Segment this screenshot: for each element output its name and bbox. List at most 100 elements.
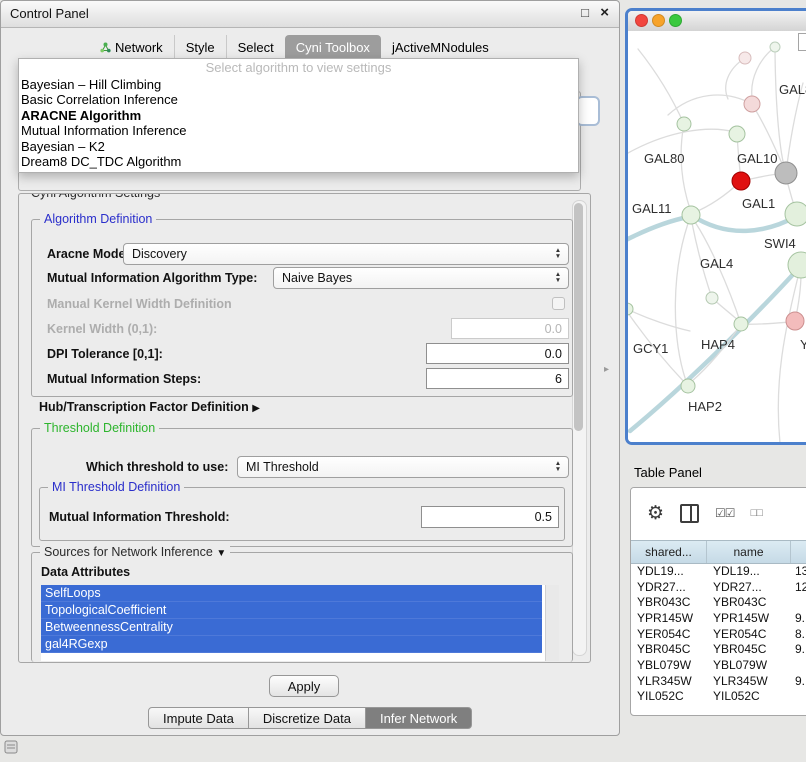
algorithm-option-aracne-algorithm[interactable]: ARACNE Algorithm xyxy=(19,108,578,123)
table-row[interactable]: YDL19...YDL19...13 xyxy=(631,563,806,579)
network-edge xyxy=(752,47,775,97)
algorithm-combo-stub[interactable] xyxy=(576,96,600,126)
float-window-icon[interactable]: □ xyxy=(581,5,589,20)
tab-infer-network[interactable]: Infer Network xyxy=(365,707,472,729)
network-node-label: GAL10 xyxy=(737,151,777,166)
mi-steps-field[interactable] xyxy=(426,368,569,389)
threshold-definition-title: Threshold Definition xyxy=(40,421,159,435)
which-threshold-combo[interactable]: MI Threshold ▲▼ xyxy=(237,456,569,478)
columns-icon[interactable] xyxy=(680,504,699,523)
column-header-name[interactable]: name xyxy=(707,541,791,563)
panel-splitter-handle[interactable]: ▸ xyxy=(604,364,609,375)
close-button[interactable] xyxy=(635,14,648,27)
table-row[interactable]: YER054CYER054C8. xyxy=(631,626,806,642)
minimize-button[interactable] xyxy=(652,14,665,27)
table-cell: 8. xyxy=(791,627,806,641)
control-panel-window: Control Panel □ × NetworkStyleSelectCyni… xyxy=(0,0,620,736)
table-cell: 9. xyxy=(791,611,806,625)
select-all-checkboxes-icon[interactable]: ☑☑ xyxy=(715,506,735,520)
table-row[interactable]: YIL052CYIL052C xyxy=(631,689,806,705)
tab-discretize-data[interactable]: Discretize Data xyxy=(248,707,366,729)
algorithm-dropdown-popup: Select algorithm to view settings Bayesi… xyxy=(18,58,579,173)
network-node[interactable] xyxy=(729,126,745,142)
algorithm-option-dream8-dc-tdc-algorithm[interactable]: Dream8 DC_TDC Algorithm xyxy=(19,154,578,169)
mi-threshold-label: Mutual Information Threshold: xyxy=(49,510,230,524)
manual-kernel-label: Manual Kernel Width Definition xyxy=(47,297,232,311)
network-node[interactable] xyxy=(739,52,751,64)
hub-definition-toggle[interactable]: Hub/Transcription Factor Definition ▶ xyxy=(39,400,260,414)
data-attribute-item[interactable]: BetweennessCentrality xyxy=(41,619,542,636)
network-node-label: GCY1 xyxy=(633,341,668,356)
table-cell: YBR045C xyxy=(631,642,707,656)
table-cell: YLR345W xyxy=(707,674,791,688)
table-row[interactable]: YBR043CYBR043C xyxy=(631,594,806,610)
network-node[interactable] xyxy=(786,312,804,330)
bottom-tab-bar: Impute DataDiscretize DataInfer Network xyxy=(148,707,472,729)
network-node[interactable] xyxy=(681,379,695,393)
network-node[interactable] xyxy=(770,42,780,52)
network-node[interactable] xyxy=(785,202,806,226)
tab-network[interactable]: Network xyxy=(89,35,174,59)
network-scrollbar-stub[interactable] xyxy=(798,33,806,51)
table-cell: 13 xyxy=(791,564,806,578)
tab-select[interactable]: Select xyxy=(226,35,285,59)
table-cell: YBR043C xyxy=(631,595,707,609)
table-row[interactable]: YPR145WYPR145W9. xyxy=(631,610,806,626)
tab-jactivemnodules[interactable]: jActiveMNodules xyxy=(381,35,500,59)
table-cell: YDL19... xyxy=(631,564,707,578)
list-scrollbar[interactable] xyxy=(545,585,559,661)
algorithm-option-mutual-information-inference[interactable]: Mutual Information Inference xyxy=(19,123,578,138)
tab-cyni-toolbox[interactable]: Cyni Toolbox xyxy=(285,35,381,59)
mi-type-combo[interactable]: Naive Bayes ▲▼ xyxy=(273,267,569,289)
sources-group-title[interactable]: Sources for Network Inference ▼ xyxy=(40,545,230,559)
dpi-tolerance-field[interactable] xyxy=(426,343,569,364)
network-node[interactable] xyxy=(706,292,718,304)
algorithm-option-bayesian-k2[interactable]: Bayesian – K2 xyxy=(19,139,578,154)
settings-scrollbar[interactable] xyxy=(572,200,587,656)
network-node[interactable] xyxy=(744,96,760,112)
tab-style[interactable]: Style xyxy=(174,35,226,59)
data-attribute-item[interactable]: gal4RGexp xyxy=(41,636,542,653)
data-attribute-item[interactable]: TopologicalCoefficient xyxy=(41,602,542,619)
minimized-panel-icon[interactable] xyxy=(4,740,19,760)
combo-arrows-icon: ▲▼ xyxy=(552,268,564,288)
which-threshold-label: Which threshold to use: xyxy=(86,460,228,474)
algorithm-option-basic-correlation-inference[interactable]: Basic Correlation Inference xyxy=(19,92,578,107)
table-header-row: shared...name xyxy=(631,540,806,564)
network-node[interactable] xyxy=(682,206,700,224)
network-node[interactable] xyxy=(732,172,750,190)
table-cell: YLR345W xyxy=(631,674,707,688)
network-edge xyxy=(695,222,741,324)
column-header-shared[interactable]: shared... xyxy=(631,541,707,563)
column-header-col2[interactable] xyxy=(791,541,806,563)
network-node[interactable] xyxy=(775,162,797,184)
table-cell: 9. xyxy=(791,642,806,656)
which-threshold-value: MI Threshold xyxy=(246,460,319,474)
data-attribute-item[interactable]: SelfLoops xyxy=(41,585,542,602)
mi-threshold-field[interactable] xyxy=(421,506,559,528)
aracne-mode-combo[interactable]: Discovery ▲▼ xyxy=(123,243,569,265)
collapsed-arrow-icon: ▶ xyxy=(252,403,260,414)
close-panel-icon[interactable]: × xyxy=(600,4,609,21)
apply-button[interactable]: Apply xyxy=(269,675,339,697)
manual-kernel-checkbox[interactable] xyxy=(552,297,565,310)
network-node[interactable] xyxy=(734,317,748,331)
table-cell: YDR27... xyxy=(631,580,707,594)
network-canvas[interactable]: GAL8GAL80GAL10GAL11GAL1SWI4GAL4GCY1HAP4H… xyxy=(628,31,806,442)
algorithm-option-bayesian-hill-climbing[interactable]: Bayesian – Hill Climbing xyxy=(19,77,578,92)
dropdown-item-list: Bayesian – Hill ClimbingBasic Correlatio… xyxy=(19,77,578,169)
network-node-label: GAL4 xyxy=(700,256,733,271)
tab-impute-data[interactable]: Impute Data xyxy=(148,707,249,729)
gear-icon[interactable]: ⚙ xyxy=(647,504,664,523)
kernel-width-field[interactable] xyxy=(451,318,569,339)
table-row[interactable]: YDR27...YDR27...12 xyxy=(631,579,806,595)
table-row[interactable]: YBR045CYBR045C9. xyxy=(631,641,806,657)
table-row[interactable]: YLR345WYLR345W9. xyxy=(631,673,806,689)
network-node[interactable] xyxy=(677,117,691,131)
deselect-all-checkboxes-icon[interactable]: □□ xyxy=(751,507,762,519)
table-row[interactable]: YBL079WYBL079W xyxy=(631,657,806,673)
settings-scrollbar-thumb[interactable] xyxy=(574,203,583,431)
zoom-button[interactable] xyxy=(669,14,682,27)
table-cell: YBR043C xyxy=(707,595,791,609)
network-node[interactable] xyxy=(628,303,633,315)
